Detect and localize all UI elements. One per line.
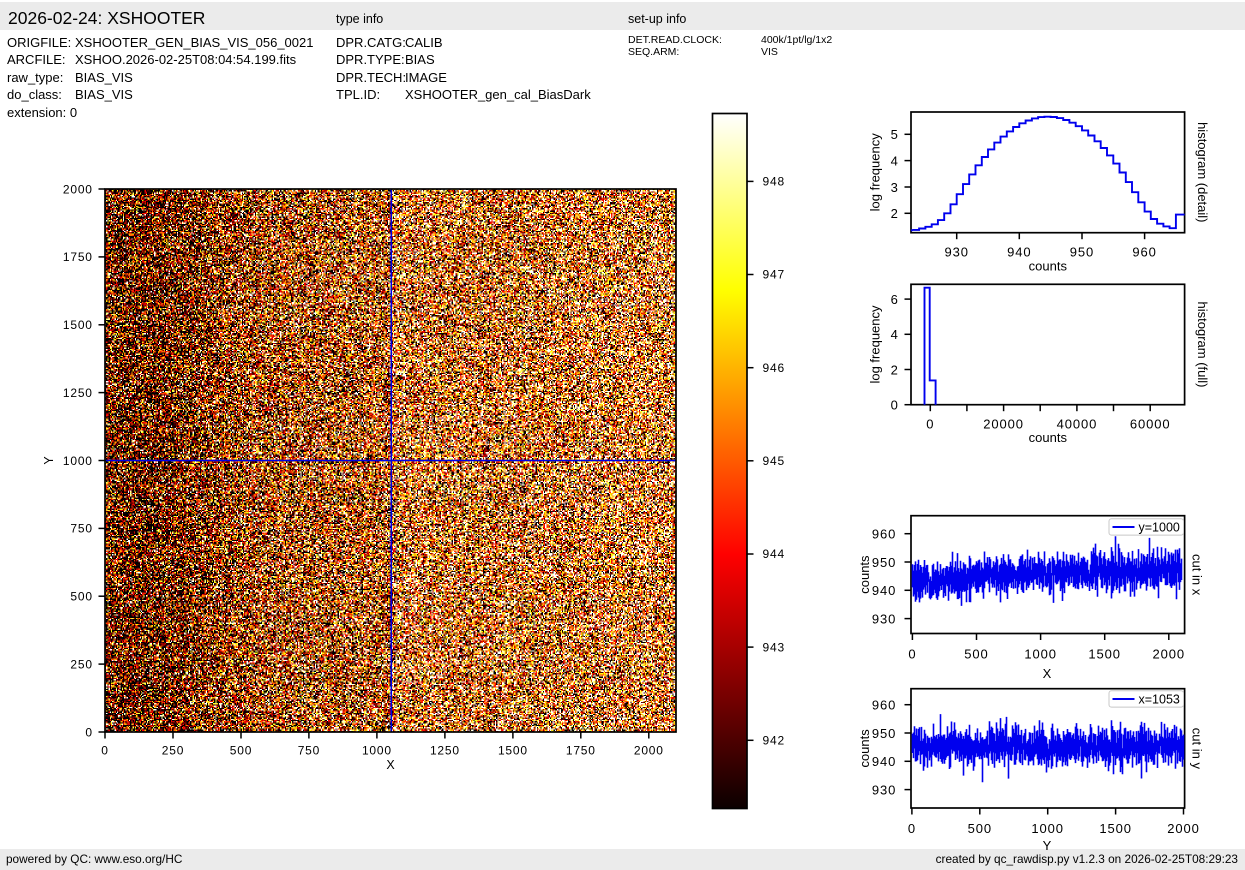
svg-text:counts: counts (857, 729, 872, 768)
svg-text:500: 500 (968, 821, 992, 836)
svg-text:4: 4 (891, 153, 899, 168)
svg-text:950: 950 (872, 555, 896, 570)
svg-text:X: X (1043, 666, 1052, 681)
svg-text:2000: 2000 (63, 182, 93, 196)
svg-text:945: 945 (763, 454, 785, 468)
svg-text:0: 0 (891, 398, 899, 413)
svg-text:0: 0 (926, 417, 934, 432)
svg-text:1000: 1000 (1031, 821, 1064, 836)
svg-text:1500: 1500 (1088, 647, 1121, 662)
svg-text:1000: 1000 (1024, 647, 1057, 662)
svg-text:2000: 2000 (634, 744, 664, 758)
svg-text:1750: 1750 (566, 744, 596, 758)
svg-text:0: 0 (908, 821, 916, 836)
svg-text:histogram (detail): histogram (detail) (1195, 122, 1210, 222)
svg-text:1500: 1500 (498, 744, 528, 758)
svg-text:cut in y: cut in y (1190, 728, 1205, 770)
svg-text:1000: 1000 (362, 744, 392, 758)
svg-text:1250: 1250 (63, 386, 93, 400)
svg-text:0: 0 (85, 725, 92, 739)
svg-text:histogram (full): histogram (full) (1195, 302, 1210, 388)
svg-text:4: 4 (891, 327, 899, 342)
svg-text:940: 940 (872, 583, 896, 598)
svg-text:0: 0 (908, 647, 916, 662)
svg-text:5: 5 (891, 127, 899, 142)
svg-text:1750: 1750 (63, 250, 93, 264)
svg-text:1000: 1000 (63, 454, 93, 468)
svg-text:943: 943 (763, 640, 785, 654)
svg-text:Y: Y (1043, 838, 1052, 853)
svg-text:Y: Y (42, 456, 56, 465)
svg-text:940: 940 (1007, 245, 1031, 260)
svg-text:250: 250 (162, 744, 184, 758)
svg-text:20000: 20000 (983, 417, 1024, 432)
svg-text:500: 500 (70, 590, 92, 604)
svg-text:750: 750 (70, 522, 92, 536)
svg-text:1500: 1500 (63, 318, 93, 332)
svg-text:942: 942 (763, 734, 785, 748)
svg-text:2: 2 (891, 206, 899, 221)
svg-text:500: 500 (230, 744, 252, 758)
svg-text:950: 950 (872, 726, 896, 741)
svg-text:944: 944 (763, 547, 785, 561)
svg-text:250: 250 (70, 657, 92, 671)
svg-text:940: 940 (872, 754, 896, 769)
svg-text:60000: 60000 (1130, 417, 1171, 432)
svg-text:y=1000: y=1000 (1139, 520, 1180, 534)
svg-text:946: 946 (763, 361, 785, 375)
svg-text:500: 500 (964, 647, 988, 662)
svg-text:960: 960 (1132, 245, 1156, 260)
svg-text:2: 2 (891, 362, 899, 377)
svg-text:counts: counts (1029, 259, 1068, 274)
svg-text:log frequency: log frequency (867, 305, 882, 384)
svg-text:930: 930 (945, 245, 969, 260)
svg-text:950: 950 (1070, 245, 1094, 260)
svg-text:1500: 1500 (1099, 821, 1132, 836)
svg-text:960: 960 (872, 527, 896, 542)
svg-text:6: 6 (891, 292, 899, 307)
svg-text:counts: counts (1029, 430, 1068, 445)
svg-text:1250: 1250 (430, 744, 460, 758)
svg-text:2000: 2000 (1153, 647, 1186, 662)
svg-text:948: 948 (763, 175, 785, 189)
svg-text:0: 0 (101, 744, 108, 758)
svg-text:947: 947 (763, 268, 785, 282)
svg-text:x=1053: x=1053 (1139, 692, 1180, 706)
svg-text:X: X (386, 758, 395, 772)
svg-text:750: 750 (298, 744, 320, 758)
svg-text:log frequency: log frequency (867, 133, 882, 212)
svg-text:930: 930 (872, 782, 896, 797)
svg-text:2000: 2000 (1167, 821, 1200, 836)
svg-text:930: 930 (872, 611, 896, 626)
svg-text:960: 960 (872, 698, 896, 713)
svg-text:counts: counts (857, 555, 872, 594)
svg-text:3: 3 (891, 180, 899, 195)
svg-text:cut in x: cut in x (1190, 554, 1205, 596)
